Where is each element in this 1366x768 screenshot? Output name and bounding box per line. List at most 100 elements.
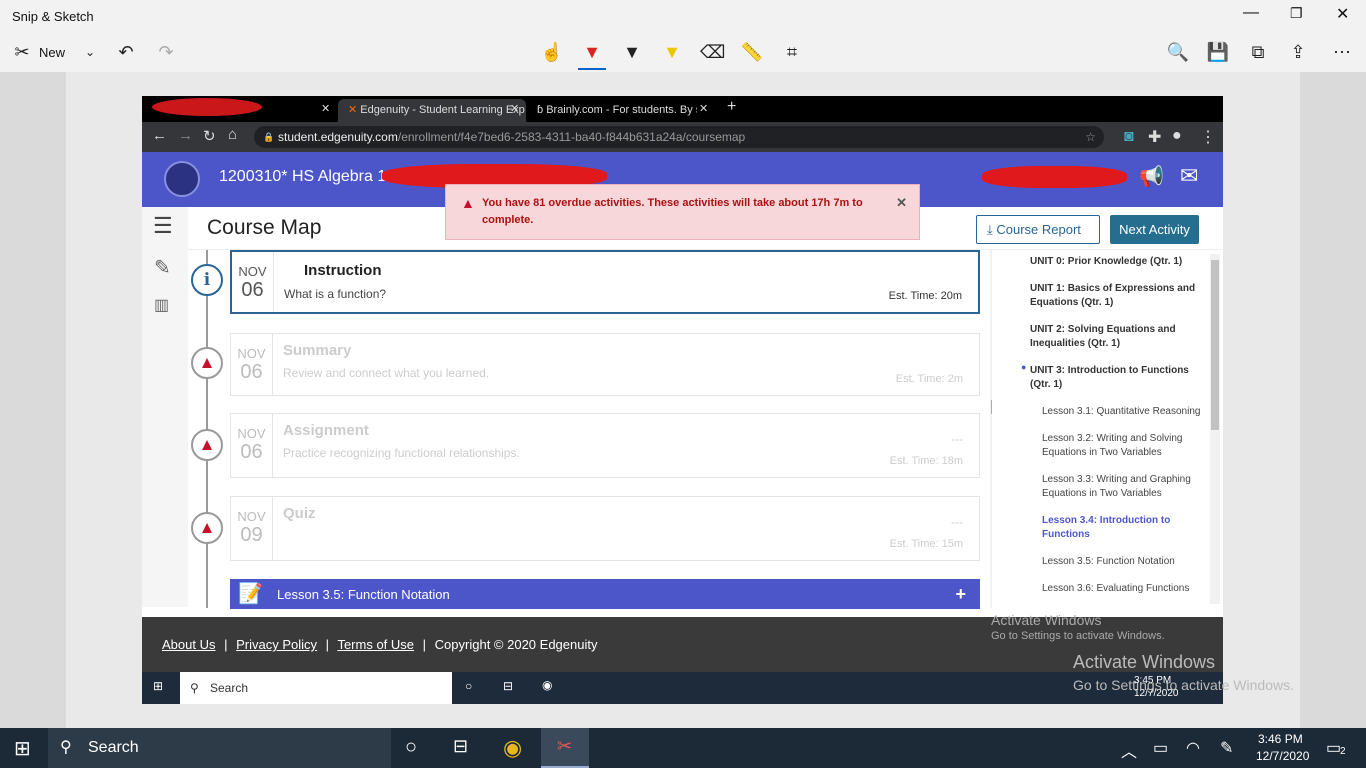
scroll-thumb[interactable] (1211, 260, 1219, 430)
tab-edgenuity[interactable]: ✕ Edgenuity - Student Learning Exp (338, 99, 526, 122)
toc-unit[interactable]: UNIT 1: Basics of Expressions and Equati… (1030, 282, 1206, 310)
new-button[interactable]: New (39, 45, 65, 60)
save-icon[interactable]: 💾 (1206, 42, 1230, 62)
warning-icon: ▲ (461, 195, 475, 211)
chrome-menu-icon[interactable]: ⋮ (1200, 127, 1216, 147)
copy-icon[interactable]: ⧉ (1246, 42, 1270, 62)
selected-tool-indicator (578, 68, 606, 70)
reload-icon[interactable]: ↻ (203, 127, 216, 145)
toc-lesson[interactable]: Lesson 3.1: Quantitative Reasoning (1042, 405, 1202, 419)
star-icon[interactable]: ☆ (1085, 126, 1096, 148)
zoom-icon[interactable]: 🔍 (1166, 42, 1190, 62)
next-activity-button[interactable]: Next Activity (1110, 215, 1199, 244)
notifications-icon[interactable]: ▭ (1326, 738, 1341, 758)
inner-taskbar: ⊞ ⚲ Search ○ ⊟ ◉ 3:45 PM 12/7/2020 (142, 672, 1223, 704)
search-icon: ⚲ (60, 739, 72, 756)
toc-lesson[interactable]: Lesson 3.2: Writing and Solving Equation… (1042, 432, 1202, 460)
page-title: Course Map (207, 216, 322, 239)
toc-lesson[interactable]: Lesson 3.5: Function Notation (1042, 555, 1202, 569)
footer: About Us | Privacy Policy | Terms of Use… (142, 612, 1223, 672)
task-view-icon[interactable]: ⊟ (453, 736, 468, 757)
restore-button[interactable]: ❐ (1290, 5, 1303, 22)
course-report-button[interactable]: ⤓ Course Report (976, 215, 1100, 244)
snip-sketch-icon: ✂ (557, 736, 573, 756)
toolbar: ✂ New ⌄ ↶ ↷ ☝ ▼ ▼ ▼ ⌫ 📏 ⌗ 🔍 💾 ⧉ ⇪ ⋯ (0, 32, 1366, 72)
tab-close-icon[interactable]: ✕ (321, 102, 330, 115)
about-us-link[interactable]: About Us (162, 637, 215, 652)
back-icon[interactable]: ← (152, 127, 167, 144)
activity-month: NOV (237, 346, 266, 361)
separator: | (422, 637, 427, 652)
title-bar: Snip & Sketch — ❐ ✕ (0, 0, 1366, 32)
pen-icon[interactable]: ✎ (1220, 738, 1233, 758)
ruler-icon[interactable]: 📏 (740, 42, 764, 62)
extensions-puzzle-icon[interactable]: ✚ (1148, 127, 1161, 147)
url-path: /enrollment/f4e7bed6-2583-4311-ba40-f844… (397, 130, 746, 144)
highlighter-icon[interactable]: ▼ (660, 42, 684, 62)
activity-title: Instruction (304, 262, 382, 279)
battery-icon[interactable]: ▭ (1153, 738, 1168, 758)
activity-est-time: Est. Time: 18m (889, 455, 963, 467)
url-input[interactable]: 🔒 student.edgenuity.com/enrollment/f4e7b… (254, 126, 1104, 148)
inner-search-box: ⚲ Search (180, 672, 452, 704)
show-hidden-icons-chevron[interactable]: ︿ (1121, 738, 1137, 762)
extension-icon[interactable]: ◙ (1124, 128, 1134, 146)
toc-unit[interactable]: UNIT 3: Introduction to Functions (Qtr. … (1030, 364, 1206, 392)
ballpoint-pen-icon[interactable]: ▼ (580, 42, 604, 62)
taskbar-search-box[interactable]: ⚲ Search (48, 728, 391, 768)
clock-date[interactable]: 12/7/2020 (1256, 749, 1309, 763)
progress-chart-icon[interactable]: ▥ (154, 295, 169, 315)
eraser-icon[interactable]: ⌫ (700, 42, 725, 62)
mail-icon[interactable]: ✉ (1180, 163, 1198, 189)
toc-lesson[interactable]: Lesson 3.3: Writing and Graphing Equatio… (1042, 473, 1202, 501)
privacy-policy-link[interactable]: Privacy Policy (236, 637, 317, 652)
expand-plus-icon[interactable]: + (955, 579, 966, 609)
profile-avatar[interactable]: ● (1172, 127, 1182, 145)
alert-close-icon[interactable]: ✕ (896, 194, 907, 211)
cortana-icon[interactable]: ○ (405, 736, 417, 759)
crop-icon[interactable]: ⌗ (780, 42, 804, 62)
minimize-button[interactable]: — (1243, 4, 1259, 22)
redo-icon[interactable]: ↷ (154, 42, 178, 62)
toc-unit[interactable]: UNIT 2: Solving Equations and Inequaliti… (1030, 323, 1206, 351)
more-icon[interactable]: ⋯ (1330, 42, 1354, 62)
chevron-down-icon[interactable]: ⌄ (78, 42, 102, 62)
activity-day: 09 (240, 524, 263, 546)
activity-card-instruction[interactable]: NOV 06 Instruction What is a function? Es… (230, 250, 980, 314)
clock-time[interactable]: 3:46 PM (1258, 732, 1303, 746)
announcements-megaphone-icon[interactable]: 📢 (1139, 164, 1164, 189)
search-label: Search (210, 681, 249, 695)
touch-writing-icon[interactable]: ☝ (540, 42, 564, 62)
lesson-bar[interactable]: 📝 Lesson 3.5: Function Notation + (230, 579, 980, 609)
overdue-alert: ▲ You have 81 overdue activities. These … (445, 184, 920, 240)
share-icon[interactable]: ⇪ (1286, 42, 1310, 62)
close-button[interactable]: ✕ (1336, 4, 1349, 24)
windows-start-icon[interactable]: ⊞ (14, 736, 31, 761)
home-icon[interactable]: ⌂ (228, 126, 237, 143)
activity-card-summary[interactable]: NOV 06 Summary Review and connect what yo… (230, 333, 980, 396)
new-tab-button[interactable]: + (727, 98, 736, 116)
undo-icon[interactable]: ↶ (114, 42, 138, 62)
activity-description: Review and connect what you learned. (283, 366, 490, 380)
forward-icon[interactable]: → (178, 127, 193, 144)
activity-card-quiz[interactable]: NOV 09 Quiz --- Est. Time: 15m (230, 496, 980, 561)
chrome-icon[interactable]: ◉ (503, 735, 522, 761)
toc-lesson[interactable]: Lesson 3.6: Evaluating Functions (1042, 582, 1202, 596)
notes-edit-icon[interactable]: ✎ (154, 255, 171, 280)
toc-lesson-current[interactable]: Lesson 3.4: Introduction to Functions (1042, 514, 1202, 542)
pencil-icon[interactable]: ▼ (620, 42, 644, 62)
tab-close-icon[interactable]: ✕ (699, 102, 708, 115)
toc-unit[interactable]: UNIT 0: Prior Knowledge (Qtr. 1) (1030, 255, 1206, 269)
terms-of-use-link[interactable]: Terms of Use (337, 637, 414, 652)
tab-brainly[interactable]: ɓ Brainly.com - For students. By stu (527, 99, 697, 122)
url-host: student.edgenuity.com (278, 130, 398, 144)
activity-day: 06 (240, 361, 263, 383)
menu-list-icon[interactable]: ☰ (153, 213, 173, 239)
overdue-warning-icon: ▲ (191, 429, 223, 461)
tab-close-icon[interactable]: ✕ (510, 102, 519, 115)
right-scrollbar[interactable] (1210, 254, 1220, 604)
activity-card-assignment[interactable]: NOV 06 Assignment Practice recognizing fu… (230, 413, 980, 478)
new-snip-icon[interactable]: ✂ (10, 42, 34, 62)
wifi-icon[interactable]: ◠ (1186, 738, 1200, 758)
snip-sketch-taskbar-button[interactable]: ✂ (541, 728, 589, 768)
